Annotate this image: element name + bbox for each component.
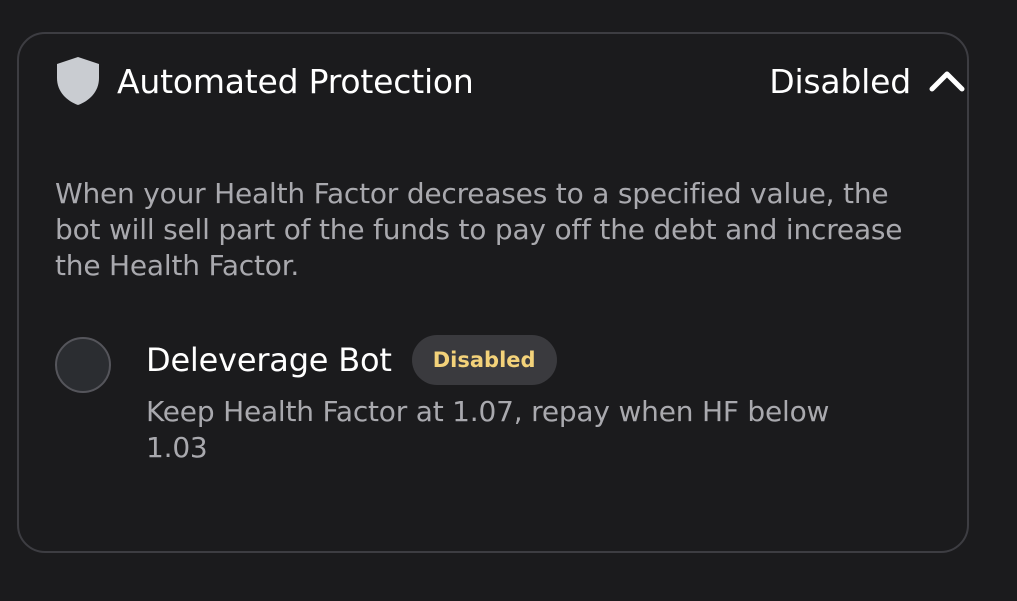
status-badge: Disabled bbox=[411, 335, 557, 385]
protection-status: Disabled bbox=[769, 61, 911, 101]
chevron-up-icon[interactable] bbox=[929, 69, 965, 93]
automated-protection-card bbox=[17, 32, 969, 553]
bot-name: Deleverage Bot bbox=[146, 341, 392, 379]
shield-icon bbox=[55, 56, 103, 106]
card-title: Automated Protection bbox=[117, 61, 474, 101]
card-header: Automated Protection Disabled bbox=[55, 56, 965, 106]
protection-description: When your Health Factor decreases to a s… bbox=[55, 177, 903, 282]
bot-title-line: Deleverage Bot Disabled bbox=[146, 335, 906, 385]
collapse-toggle[interactable]: Disabled bbox=[769, 62, 965, 101]
bot-description: Keep Health Factor at 1.07, repay when H… bbox=[146, 395, 830, 464]
bot-radio-button[interactable] bbox=[55, 337, 111, 393]
bot-info: Deleverage Bot Disabled Keep Health Fact… bbox=[146, 335, 906, 466]
